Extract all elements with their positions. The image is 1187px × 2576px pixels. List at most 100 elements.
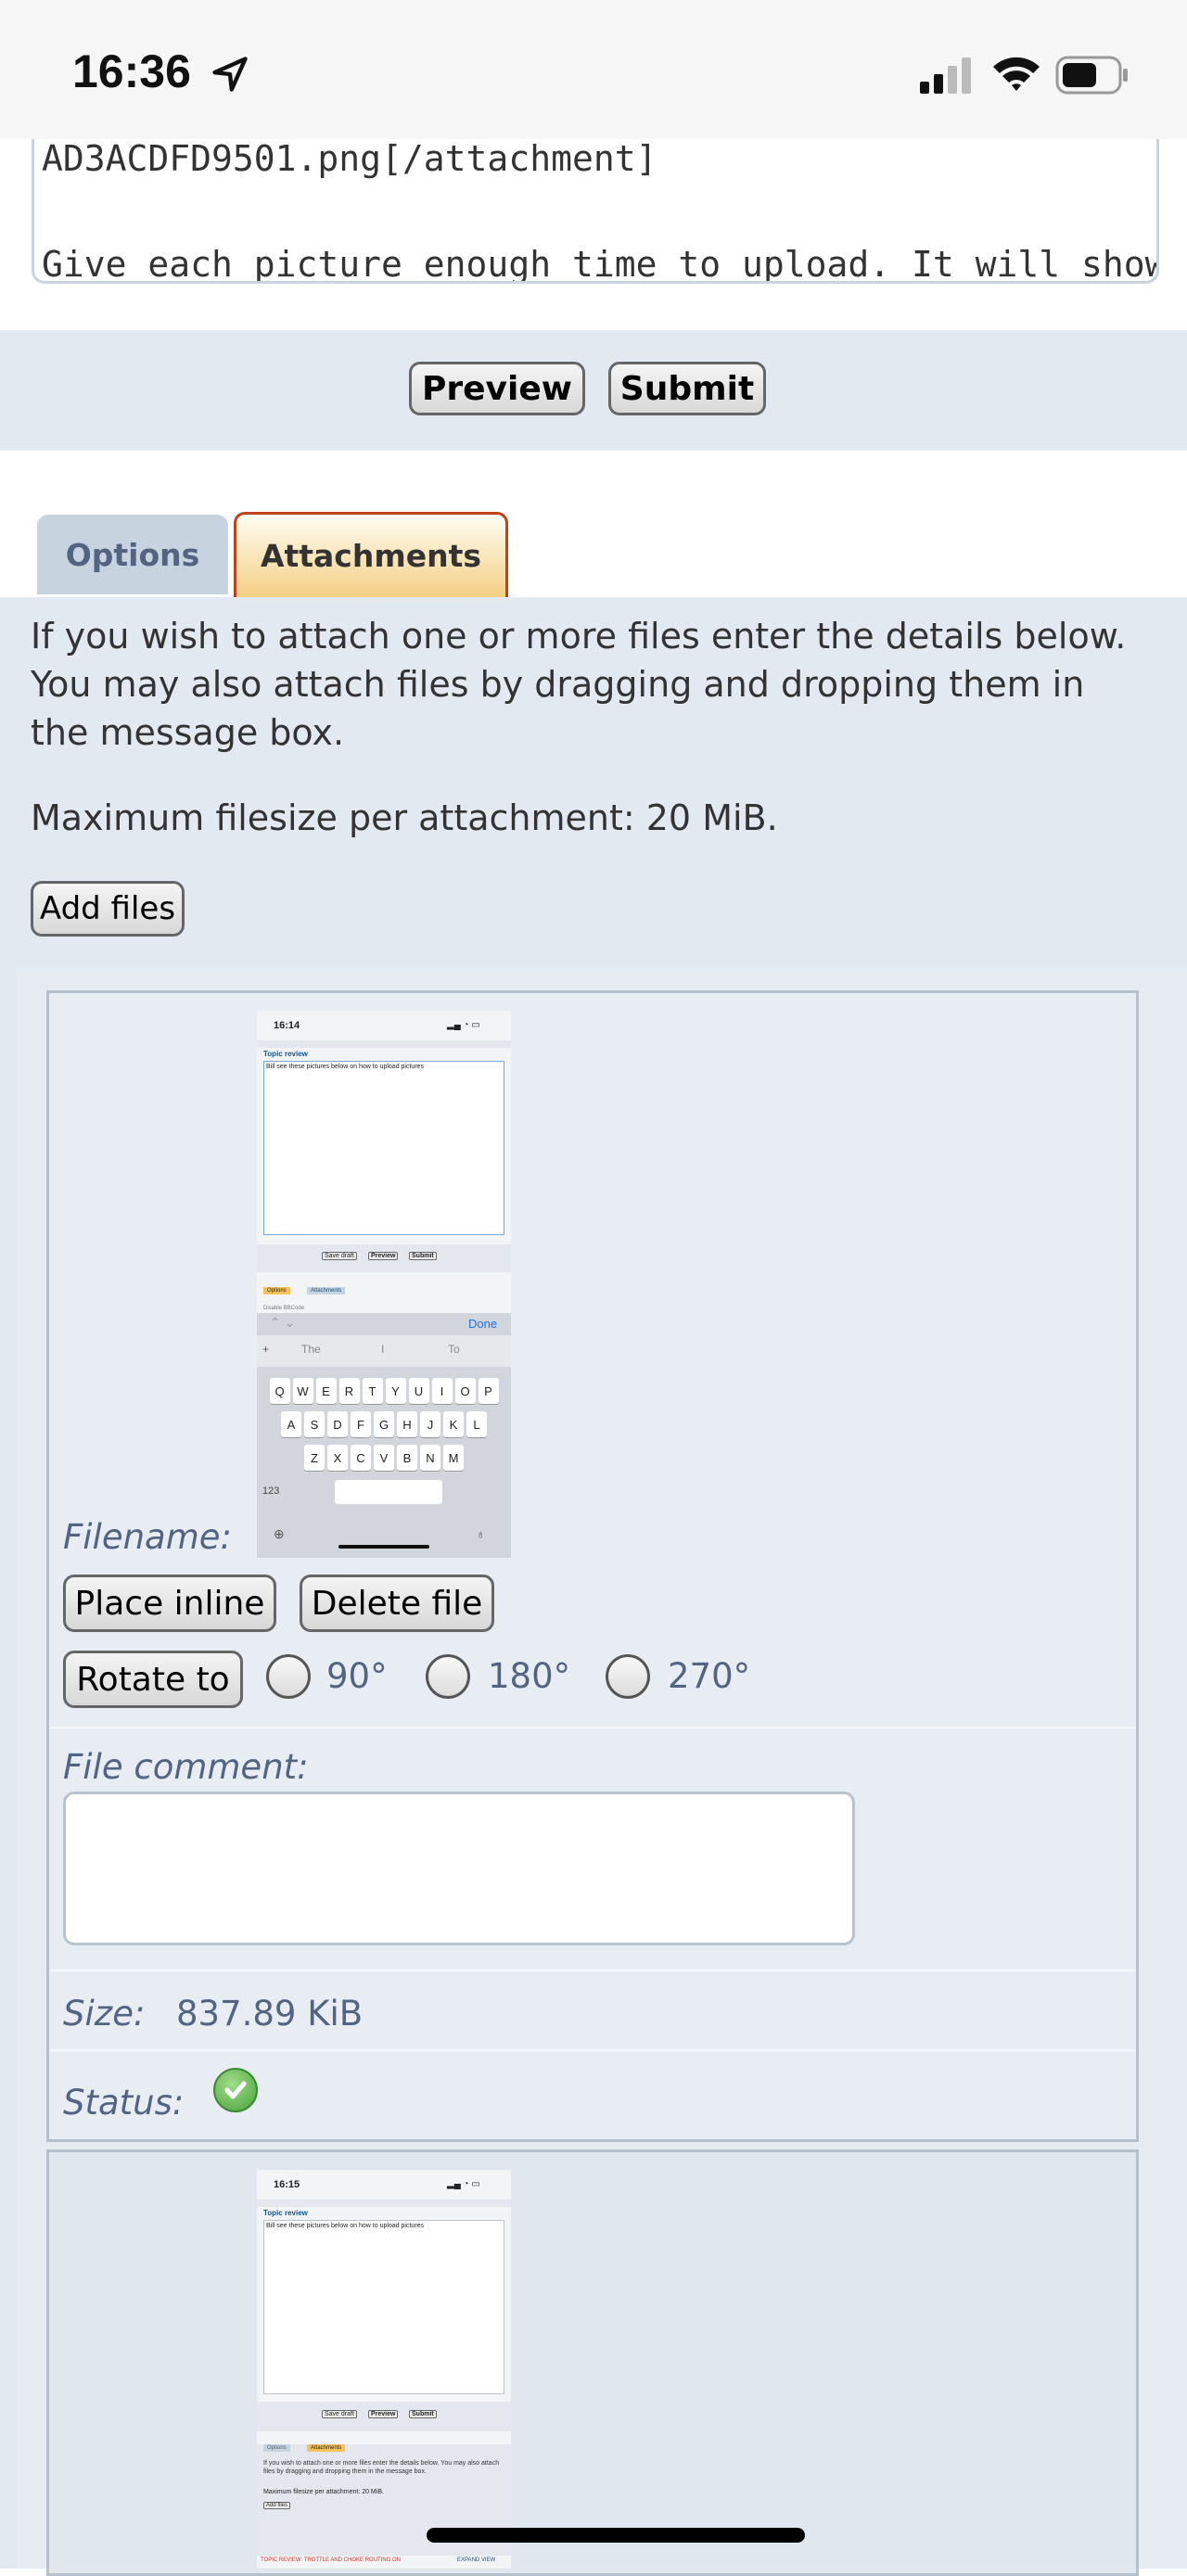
preview-button[interactable]: Preview: [409, 362, 585, 415]
thumb-key: S: [304, 1411, 325, 1437]
thumb-key: B: [397, 1445, 417, 1471]
add-files-button[interactable]: Add files: [31, 881, 185, 937]
row-divider: [49, 1727, 1136, 1728]
file-comment-input[interactable]: [63, 1792, 855, 1945]
rotate-90-radio[interactable]: [266, 1654, 311, 1699]
rotate-to-button[interactable]: Rotate to: [63, 1651, 243, 1708]
thumb-submit: Submit: [409, 1252, 437, 1260]
thumb-suggestion: To: [448, 1343, 460, 1356]
thumb-key: I: [431, 1378, 453, 1404]
thumb-key: V: [374, 1445, 394, 1471]
thumb-suggestion: The: [301, 1343, 321, 1356]
thumb-key: X: [327, 1445, 348, 1471]
thumb-save-draft: Save draft: [322, 1252, 357, 1260]
thumb-button-row: Save draft Preview Submit: [257, 1244, 511, 1272]
thumb-suggestion: I: [381, 1343, 385, 1356]
thumb-button-row: Save draft Preview Submit: [257, 2402, 511, 2431]
thumb-status-icons: ▂▄ ◔ ▭: [447, 1020, 480, 1030]
wifi-icon: [993, 57, 1040, 91]
delete-file-button[interactable]: Delete file: [300, 1575, 494, 1632]
thumb-textarea: Bill see these pictures below on how to …: [263, 2220, 504, 2394]
thumb-key: U: [408, 1378, 429, 1404]
rotate-270-radio[interactable]: [606, 1654, 650, 1699]
thumb-tab-options: Options: [263, 2444, 290, 2452]
thumb-add-files: Add files: [263, 2502, 291, 2509]
row-divider: [49, 1970, 1136, 1971]
status-bar: 16:36: [0, 0, 1187, 139]
thumb-key: O: [454, 1378, 476, 1404]
thumb-tab-attachments: Attachments: [307, 1287, 346, 1294]
thumb-divider: [257, 1040, 511, 1048]
size-label: Size:: [63, 1994, 146, 2034]
thumb-keyboard: ⌃ ⌄ Done + The I To QWERTYUIOP ASDFGHJKL…: [257, 1313, 511, 1558]
thumb-submit: Submit: [409, 2410, 437, 2418]
thumb-key: K: [443, 1411, 464, 1437]
thumb-divider: [257, 2200, 511, 2207]
thumb-keys-row: ZXCVBNM: [257, 1445, 511, 1471]
size-value: 837.89 KiB: [176, 1994, 364, 2034]
thumb-text: Bill see these pictures below on how to …: [266, 1064, 425, 1070]
thumb-done: Done: [468, 1317, 498, 1331]
thumb-key: Y: [385, 1378, 406, 1404]
check-circle-icon: [213, 2068, 258, 2112]
thumb-keys-row: QWERTYUIOP: [257, 1378, 511, 1404]
thumb-preview: Preview: [368, 2410, 399, 2418]
tab-attachments[interactable]: Attachments: [234, 512, 508, 597]
thumb-textarea: Bill see these pictures below on how to …: [263, 1061, 504, 1235]
thumb-key: Q: [269, 1378, 290, 1404]
thumb-key: P: [478, 1378, 499, 1404]
row-divider: [49, 2049, 1136, 2051]
place-inline-button[interactable]: Place inline: [63, 1575, 276, 1632]
message-line: Give each picture enough time to upload.…: [42, 244, 1159, 284]
thumb-key: R: [338, 1378, 360, 1404]
tab-options[interactable]: Options: [37, 515, 228, 594]
attachment-thumbnail[interactable]: 16:15 ▂▄ ◔ ▭ Topic review Bill see these…: [257, 2170, 511, 2569]
thumb-key: J: [420, 1411, 440, 1437]
status-label: Status:: [63, 2083, 185, 2123]
attach-intro-text: If you wish to attach one or more files …: [31, 616, 1127, 753]
thumb-key: Z: [304, 1445, 325, 1471]
thumb-save-draft: Save draft: [322, 2410, 357, 2418]
spacer: [0, 284, 1187, 330]
thumb-suggestions: + The I To: [257, 1335, 511, 1367]
attachment-thumbnail[interactable]: 16:14 ▂▄ ◔ ▭ Topic review Bill see these…: [257, 1011, 511, 1558]
thumb-time: 16:15: [274, 2179, 300, 2190]
thumb-footer-right: EXPAND VIEW: [457, 2557, 496, 2563]
thumb-key: H: [397, 1411, 417, 1437]
clock: 16:36: [72, 45, 191, 97]
thumb-max-size: Maximum filesize per attachment: 20 MiB.: [263, 2489, 384, 2495]
rotate-180-radio[interactable]: [426, 1654, 470, 1699]
thumb-key: L: [466, 1411, 487, 1437]
thumb-checkbox: Disable BBCode: [263, 1306, 305, 1311]
message-line: AD3ACDFD9501.png[/attachment]: [42, 138, 657, 179]
thumb-key: D: [327, 1411, 348, 1437]
cellular-signal-icon: [920, 57, 971, 94]
thumb-plus: +: [262, 1343, 270, 1356]
thumb-preview: Preview: [368, 1252, 399, 1260]
thumb-key: F: [351, 1411, 371, 1437]
thumb-title: Topic review: [263, 1050, 308, 1058]
rotate-270-label: 270°: [668, 1656, 751, 1696]
thumb-time: 16:14: [274, 1020, 300, 1031]
submit-bar: [0, 330, 1187, 451]
thumb-chevrons: ⌃ ⌄: [270, 1315, 296, 1330]
thumb-space-key: [335, 1480, 442, 1504]
thumb-tab-attachments: Attachments: [307, 2444, 346, 2452]
submit-button[interactable]: Submit: [608, 362, 766, 415]
thumb-mic-icon: ♁: [476, 1526, 486, 1541]
rotate-180-label: 180°: [488, 1656, 571, 1696]
thumb-key: E: [315, 1378, 337, 1404]
thumb-key: G: [374, 1411, 394, 1437]
checkmark-icon: [224, 2081, 247, 2099]
thumb-tab-options: Options: [263, 1287, 290, 1294]
message-textarea[interactable]: AD3ACDFD9501.png[/attachment] Give each …: [32, 125, 1159, 284]
thumb-key: T: [362, 1378, 383, 1404]
file-comment-label: File comment:: [63, 1747, 309, 1787]
max-filesize-text: Maximum filesize per attachment: 20 MiB.: [31, 797, 778, 838]
thumb-keys-row: ASDFGHJKL: [257, 1411, 511, 1437]
thumb-home-indicator: [338, 1545, 429, 1549]
thumb-key: A: [281, 1411, 301, 1437]
home-indicator[interactable]: [427, 2528, 805, 2543]
thumb-text: Bill see these pictures below on how to …: [266, 2223, 425, 2229]
thumb-title: Topic review: [263, 2209, 308, 2217]
